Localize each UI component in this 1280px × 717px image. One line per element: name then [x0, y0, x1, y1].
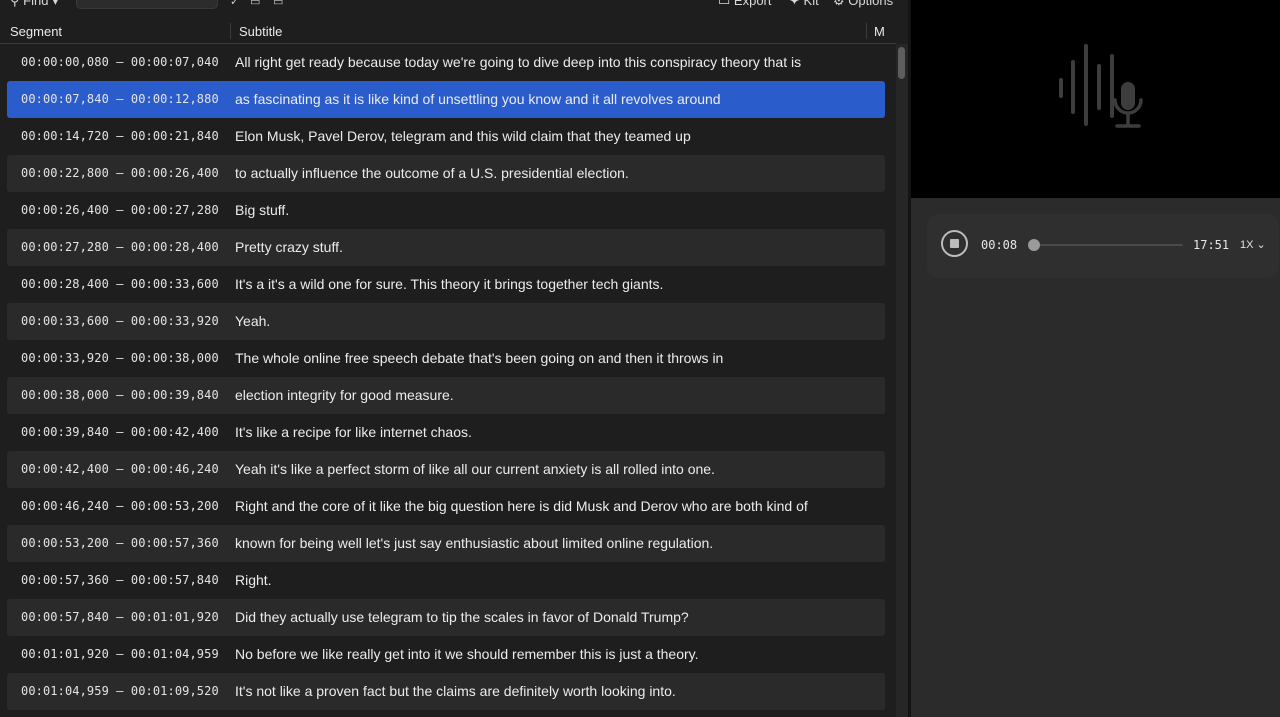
column-divider[interactable]	[230, 23, 231, 39]
subtitle-text[interactable]: Yeah it's like a perfect storm of like a…	[235, 461, 715, 477]
segment-time: 00:00:42,400 – 00:00:46,240	[21, 462, 219, 476]
right-panel: 00:08 17:51 1X ⌄	[911, 198, 1280, 717]
subtitle-text[interactable]: All right get ready because today we're …	[235, 54, 801, 70]
trash-icon[interactable]: ▭	[273, 0, 283, 8]
subtitle-text[interactable]: No before we like really get into it we …	[235, 646, 699, 662]
chevron-down-icon: ⌄	[1256, 239, 1266, 251]
table-row[interactable]: 00:01:04,959 – 00:01:09,520 It's not like…	[7, 673, 885, 710]
table-row[interactable]: 00:00:53,200 – 00:00:57,360 known for bei…	[7, 525, 885, 562]
options-button[interactable]: ⚙ Options	[833, 0, 893, 9]
playback-knob[interactable]	[1028, 239, 1041, 251]
speed-selector[interactable]: 1X ⌄	[1240, 238, 1266, 251]
export-icon: ▭	[718, 0, 731, 8]
table-row[interactable]: 00:00:14,720 – 00:00:21,840 Elon Musk, Pa…	[7, 118, 885, 155]
table-row[interactable]: 00:00:57,360 – 00:00:57,840 Right.	[7, 562, 885, 599]
segment-time: 00:00:27,280 – 00:00:28,400	[21, 240, 219, 254]
column-header-segment[interactable]: Segment	[10, 24, 62, 39]
column-header-m[interactable]: M	[874, 24, 885, 39]
scrollbar-thumb[interactable]	[898, 47, 905, 79]
segment-time: 00:01:01,920 – 00:01:04,959	[21, 647, 219, 661]
audio-player: 00:08 17:51 1X ⌄	[927, 214, 1279, 278]
table-row[interactable]: 00:00:28,400 – 00:00:33,600 It's a it's a…	[7, 266, 885, 303]
subtitle-text[interactable]: It's not like a proven fact but the clai…	[235, 683, 676, 699]
search-input[interactable]	[76, 0, 218, 9]
table-row[interactable]: 00:01:01,920 – 00:01:04,959 No before we …	[7, 636, 885, 673]
table-row[interactable]: 00:00:22,800 – 00:00:26,400 to actually i…	[7, 155, 885, 192]
segment-time: 00:00:57,360 – 00:00:57,840	[21, 573, 219, 587]
playback-slider[interactable]	[1028, 239, 1183, 251]
subtitle-text[interactable]: It's like a recipe for like internet cha…	[235, 424, 472, 440]
subtitle-text[interactable]: to actually influence the outcome of a U…	[235, 165, 629, 181]
table-row[interactable]: 00:00:27,280 – 00:00:28,400 Pretty crazy …	[7, 229, 885, 266]
export-button[interactable]: ▭ Export	[718, 0, 772, 9]
subtitle-text[interactable]: Right and the core of it like the big qu…	[235, 498, 808, 514]
toolbar: ⚲ Find ▾ ✓ ▭ ▭ ▭ Export ✦ Kit ⚙ Options	[0, 0, 908, 9]
sparkle-icon: ✦	[789, 0, 800, 8]
search-icon: ⚲	[10, 0, 20, 8]
segment-time: 00:00:07,840 – 00:00:12,880	[21, 92, 219, 106]
segment-time: 00:00:14,720 – 00:00:21,840	[21, 129, 219, 143]
find-label: Find	[23, 0, 49, 8]
audio-waveform-microphone-icon	[1059, 44, 1143, 128]
subtitle-text[interactable]: Did they actually use telegram to tip th…	[235, 609, 689, 625]
segment-time: 00:00:46,240 – 00:00:53,200	[21, 499, 219, 513]
subtitle-text[interactable]: Right.	[235, 572, 272, 588]
subtitle-text[interactable]: known for being well let's just say enth…	[235, 535, 713, 551]
segment-time: 00:00:00,080 – 00:00:07,040	[21, 55, 219, 69]
kit-label: Kit	[803, 0, 819, 8]
segment-time: 00:00:26,400 – 00:00:27,280	[21, 203, 219, 217]
table-row[interactable]: 00:00:26,400 – 00:00:27,280 Big stuff.	[7, 192, 885, 229]
table-row[interactable]: 00:00:00,080 – 00:00:07,040 All right get…	[7, 44, 885, 81]
segment-time: 00:00:28,400 – 00:00:33,600	[21, 277, 219, 291]
subtitle-text[interactable]: Big stuff.	[235, 202, 289, 218]
media-preview	[911, 0, 1280, 198]
table-row[interactable]: 00:00:39,840 – 00:00:42,400 It's like a r…	[7, 414, 885, 451]
document-icon[interactable]: ▭	[250, 0, 260, 8]
segment-time: 00:00:33,920 – 00:00:38,000	[21, 351, 219, 365]
column-header-subtitle[interactable]: Subtitle	[239, 24, 282, 39]
segment-time: 00:00:53,200 – 00:00:57,360	[21, 536, 219, 550]
column-divider[interactable]	[866, 23, 867, 39]
subtitle-text[interactable]: It's a it's a wild one for sure. This th…	[235, 276, 663, 292]
current-time: 00:08	[981, 238, 1018, 252]
subtitle-text[interactable]: The whole online free speech debate that…	[235, 350, 723, 366]
stop-button[interactable]	[941, 230, 968, 257]
find-menu[interactable]: ⚲ Find ▾	[10, 0, 59, 9]
subtitle-text[interactable]: Yeah.	[235, 313, 270, 329]
table-row[interactable]: 00:00:33,600 – 00:00:33,920 Yeah.	[7, 303, 885, 340]
options-label: Options	[848, 0, 894, 8]
table-row[interactable]: 00:00:38,000 – 00:00:39,840 election inte…	[7, 377, 885, 414]
table-row[interactable]: 00:00:07,840 – 00:00:12,880 as fascinatin…	[7, 81, 885, 118]
subtitle-text[interactable]: Pretty crazy stuff.	[235, 239, 343, 255]
segment-time: 00:00:57,840 – 00:01:01,920	[21, 610, 219, 624]
subtitle-text[interactable]: election integrity for good measure.	[235, 387, 454, 403]
speed-label: 1X	[1240, 239, 1254, 251]
subtitle-text[interactable]: as fascinating as it is like kind of uns…	[235, 91, 721, 107]
export-label: Export	[733, 0, 772, 8]
table-row[interactable]: 00:00:57,840 – 00:01:01,920 Did they actu…	[7, 599, 885, 636]
scrollbar[interactable]	[896, 44, 908, 717]
subtitle-text[interactable]: Elon Musk, Pavel Derov, telegram and thi…	[235, 128, 691, 144]
edit-icon[interactable]: ✓	[230, 0, 239, 8]
table-header: Segment Subtitle M	[0, 21, 896, 44]
kit-button[interactable]: ✦ Kit	[789, 0, 819, 9]
segment-time: 00:00:39,840 – 00:00:42,400	[21, 425, 219, 439]
segment-time: 00:00:33,600 – 00:00:33,920	[21, 314, 219, 328]
segment-time: 00:00:22,800 – 00:00:26,400	[21, 166, 219, 180]
table-row[interactable]: 00:00:33,920 – 00:00:38,000 The whole onl…	[7, 340, 885, 377]
segment-time: 00:00:38,000 – 00:00:39,840	[21, 388, 219, 402]
chevron-down-icon: ▾	[52, 0, 59, 8]
segment-time: 00:01:04,959 – 00:01:09,520	[21, 684, 219, 698]
table-row[interactable]: 00:00:42,400 – 00:00:46,240 Yeah it's lik…	[7, 451, 885, 488]
table-row[interactable]: 00:00:46,240 – 00:00:53,200 Right and the…	[7, 488, 885, 525]
total-time: 17:51	[1193, 238, 1230, 252]
gear-icon: ⚙	[833, 0, 845, 8]
subtitle-table: 00:00:00,080 – 00:00:07,040 All right get…	[7, 44, 885, 710]
